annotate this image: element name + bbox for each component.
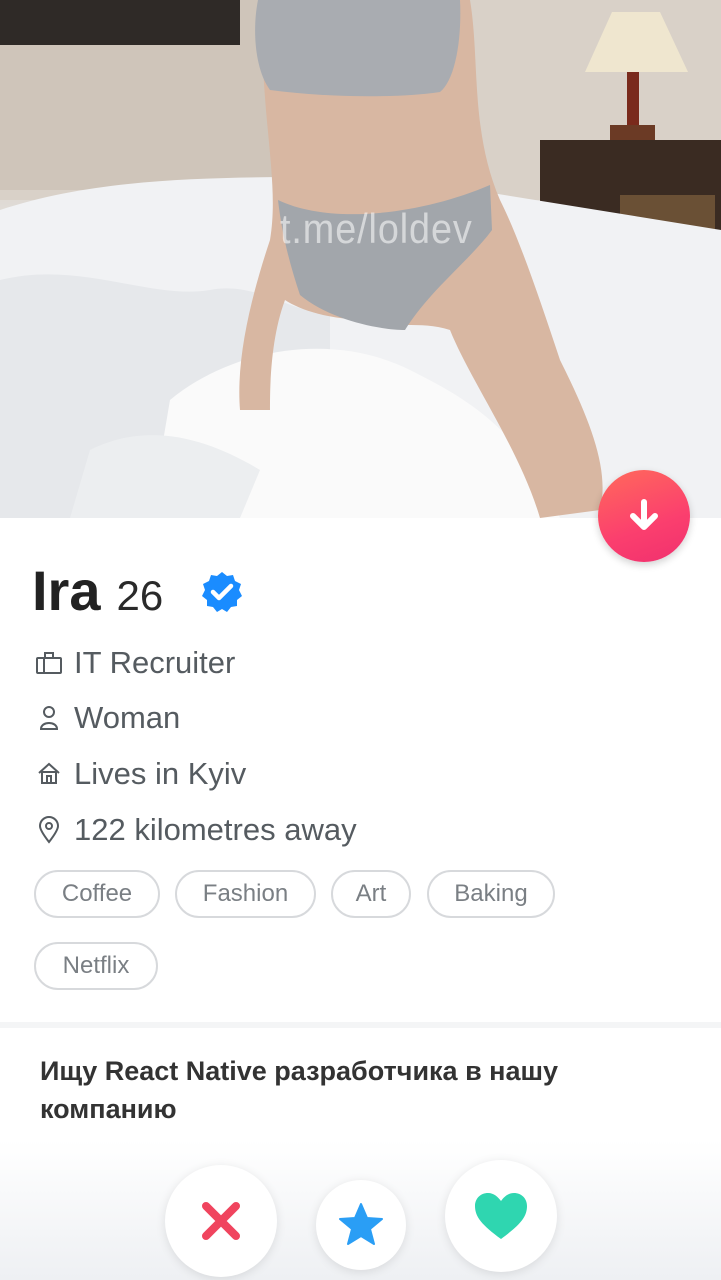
profile-age: 26 [116, 572, 164, 619]
profile-header: Ira 26 [32, 558, 163, 623]
action-bar [0, 1140, 721, 1280]
gender: Woman [74, 700, 181, 735]
interest-tag: Netflix [34, 942, 158, 990]
heart-icon [475, 1193, 527, 1239]
super-like-button[interactable] [316, 1180, 406, 1270]
location: Lives in Kyiv [74, 756, 247, 791]
profile-bio: Ищу React Native разработчика в нашу ком… [40, 1056, 559, 1124]
interest-tag: Baking [427, 870, 555, 918]
job-title: IT Recruiter [74, 645, 236, 680]
nope-button[interactable] [165, 1165, 277, 1277]
person-icon [34, 703, 64, 733]
close-icon [202, 1202, 240, 1240]
like-button[interactable] [445, 1160, 557, 1272]
photo-watermark: t.me/loldev [280, 205, 473, 252]
location-row: Lives in Kyiv [34, 756, 246, 792]
job-row: IT Recruiter [34, 645, 235, 681]
profile-photo[interactable]: t.me/loldev [0, 0, 721, 518]
section-divider [0, 1022, 721, 1028]
profile-name: Ira [32, 559, 101, 622]
interest-tag: Coffee [34, 870, 160, 918]
gender-row: Woman [34, 700, 180, 736]
star-icon [339, 1203, 383, 1245]
distance: 122 kilometres away [74, 812, 357, 847]
interest-tag: Art [331, 870, 411, 918]
collapse-profile-button[interactable] [598, 470, 690, 562]
verified-badge-icon [202, 572, 242, 612]
location-pin-icon [34, 815, 64, 845]
interest-tag: Fashion [175, 870, 316, 918]
home-icon [34, 759, 64, 789]
briefcase-icon [34, 648, 64, 678]
arrow-down-icon [630, 499, 658, 530]
distance-row: 122 kilometres away [34, 812, 357, 848]
